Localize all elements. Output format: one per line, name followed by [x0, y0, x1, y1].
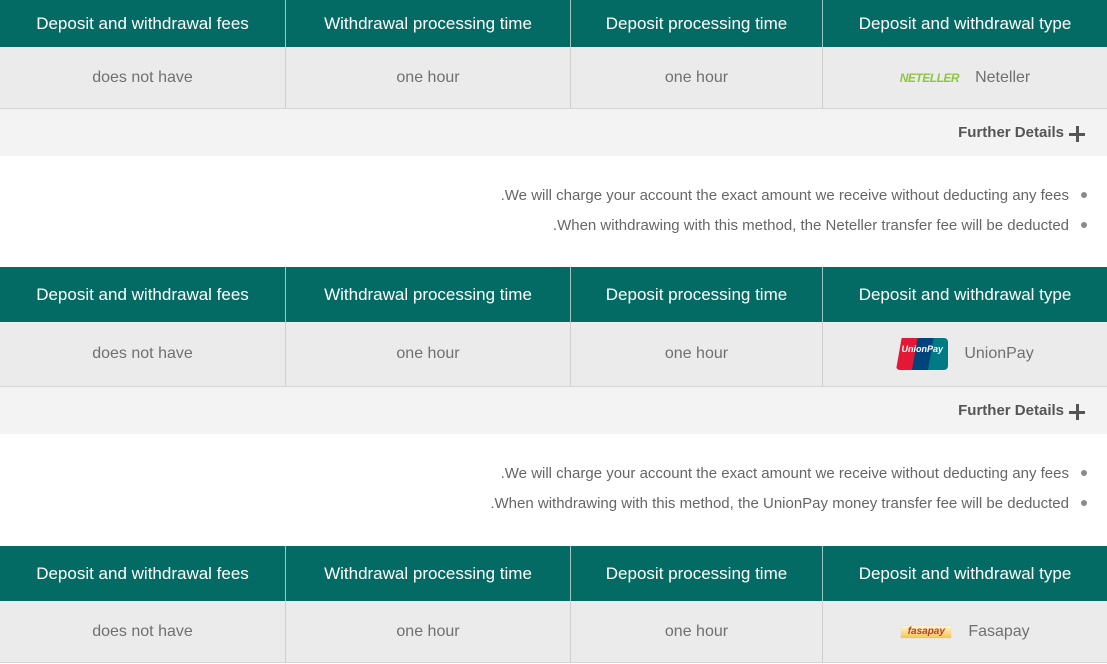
header-withdrawal-time: Withdrawal processing time	[285, 546, 570, 601]
bullet-icon	[1081, 192, 1087, 198]
note-item: .When withdrawing with this method, the …	[0, 488, 1087, 518]
type-value: fasapay Fasapay	[822, 601, 1107, 662]
fees-value: does not have	[92, 622, 193, 640]
header-withdrawal-time: Withdrawal processing time	[285, 0, 570, 47]
header-fees: Deposit and withdrawal fees	[36, 284, 249, 304]
table-row: does not have one hour one hour NETELLER…	[0, 47, 1107, 109]
header-type: Deposit and withdrawal type	[822, 267, 1107, 322]
deposit-time-value: one hour	[570, 601, 822, 662]
type-value: UnionPay UnionPay	[822, 322, 1107, 386]
further-details-toggle[interactable]: Further Details	[0, 387, 1107, 434]
note-text: .We will charge your account the exact a…	[500, 464, 1069, 482]
fasapay-logo-icon: fasapay	[900, 624, 953, 639]
deposit-time-value: one hour	[570, 322, 822, 386]
table-header: Deposit and withdrawal fees Withdrawal p…	[0, 546, 1107, 601]
table-header: Deposit and withdrawal fees Withdrawal p…	[0, 0, 1107, 47]
further-details-label[interactable]: Further Details	[958, 402, 1064, 419]
bullet-icon	[1081, 222, 1087, 228]
further-details-label[interactable]: Further Details	[958, 124, 1064, 141]
withdrawal-time-value: one hour	[285, 322, 570, 386]
deposit-time-value: one hour	[570, 47, 822, 108]
fees-value: does not have	[92, 345, 193, 362]
header-fees: Deposit and withdrawal fees	[36, 13, 249, 33]
bullet-icon	[1081, 470, 1087, 476]
note-item: .When withdrawing with this method, the …	[0, 210, 1087, 240]
further-details-toggle[interactable]: Further Details	[0, 109, 1107, 156]
withdrawal-time-value: one hour	[285, 601, 570, 662]
header-type: Deposit and withdrawal type	[822, 546, 1107, 601]
type-name: Fasapay	[968, 622, 1030, 640]
plus-icon[interactable]	[1069, 125, 1085, 142]
header-withdrawal-time: Withdrawal processing time	[285, 267, 570, 322]
neteller-logo-icon: NETELLER	[899, 70, 960, 85]
header-deposit-time: Deposit processing time	[570, 267, 822, 322]
details-notes: .We will charge your account the exact a…	[0, 156, 1107, 267]
header-deposit-time: Deposit processing time	[570, 546, 822, 601]
table-row: does not have one hour one hour UnionPay…	[0, 322, 1107, 387]
note-item: .We will charge your account the exact a…	[0, 180, 1087, 210]
header-fees: Deposit and withdrawal fees	[36, 563, 249, 583]
unionpay-logo-icon: UnionPay	[896, 338, 949, 370]
plus-icon[interactable]	[1069, 403, 1085, 420]
header-deposit-time: Deposit processing time	[570, 0, 822, 47]
payment-method-fasapay: Deposit and withdrawal fees Withdrawal p…	[0, 546, 1107, 663]
note-item: .We will charge your account the exact a…	[0, 458, 1087, 488]
payment-method-unionpay: Deposit and withdrawal fees Withdrawal p…	[0, 267, 1107, 546]
withdrawal-time-value: one hour	[285, 47, 570, 108]
fees-value: does not have	[92, 68, 193, 86]
table-header: Deposit and withdrawal fees Withdrawal p…	[0, 267, 1107, 322]
details-notes: .We will charge your account the exact a…	[0, 434, 1107, 546]
note-text: .When withdrawing with this method, the …	[552, 216, 1069, 234]
table-row: does not have one hour one hour fasapay …	[0, 601, 1107, 663]
header-type: Deposit and withdrawal type	[822, 0, 1107, 47]
payment-method-neteller: Deposit and withdrawal fees Withdrawal p…	[0, 0, 1107, 267]
type-name: UnionPay	[964, 345, 1034, 362]
bullet-icon	[1081, 500, 1087, 506]
type-value: NETELLER Neteller	[822, 47, 1107, 108]
note-text: .When withdrawing with this method, the …	[490, 494, 1069, 512]
type-name: Neteller	[975, 68, 1031, 86]
note-text: .We will charge your account the exact a…	[500, 186, 1069, 204]
